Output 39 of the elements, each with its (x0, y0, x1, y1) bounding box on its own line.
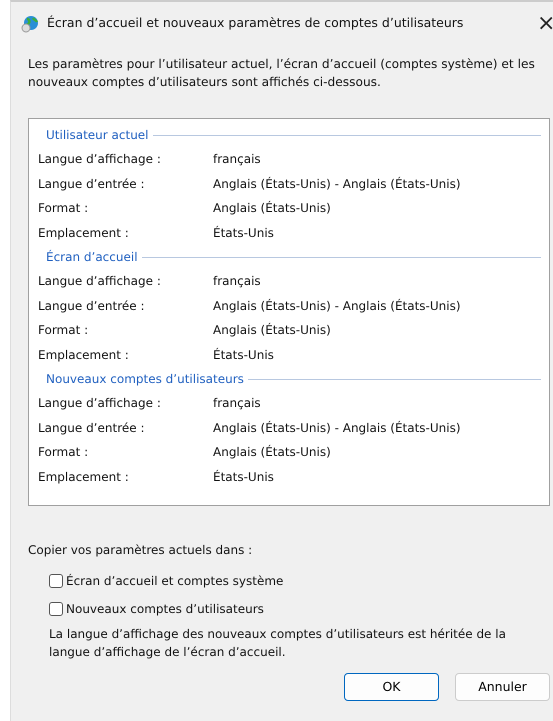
setting-value: États-Unis (213, 346, 274, 364)
checkbox-label: Nouveaux comptes d’utilisateurs (66, 601, 264, 618)
setting-label: Format : (38, 322, 90, 340)
globe-icon (21, 14, 39, 32)
checkbox[interactable] (49, 602, 63, 616)
checkbox[interactable] (49, 574, 63, 588)
section-heading: Utilisateur actuel (46, 127, 149, 144)
setting-value: Anglais (États-Unis) (213, 200, 331, 218)
intro-text: Les paramètres pour l’utilisateur actuel, l’écran d’accueil (comptes système) et les nouveaux comptes d’utilisateurs sont affichés ci-dessous. (27, 56, 536, 91)
setting-label: Format : (38, 200, 90, 218)
close-button[interactable]: × (537, 12, 551, 34)
setting-label: Emplacement : (38, 346, 130, 364)
copy-label: Copier vos paramètres actuels dans : (27, 542, 254, 559)
setting-label: Emplacement : (38, 468, 130, 486)
cancel-button[interactable]: Annuler (455, 673, 550, 701)
setting-label: Langue d’affichage : (38, 273, 162, 290)
setting-label: Langue d’entrée : (38, 420, 146, 437)
setting-value: États-Unis (213, 224, 274, 242)
setting-value: français (213, 151, 261, 168)
setting-label: Langue d’entrée : (38, 176, 146, 193)
section-heading: Écran d’accueil (46, 248, 138, 266)
setting-value: français (213, 395, 261, 412)
setting-value: français (213, 273, 261, 290)
setting-label: Langue d’affichage : (38, 395, 162, 412)
setting-label: Emplacement : (38, 224, 130, 242)
setting-value: Anglais (États-Unis) (213, 444, 331, 462)
setting-value: Anglais (États-Unis) - Anglais (États-Unis) (213, 176, 461, 193)
setting-value: États-Unis (213, 468, 274, 486)
checkbox-label: Écran d’accueil et comptes système (66, 572, 284, 590)
setting-value: Anglais (États-Unis) - Anglais (États-Unis) (213, 298, 461, 315)
setting-value: Anglais (États-Unis) - Anglais (États-Unis) (213, 420, 461, 437)
setting-label: Format : (38, 444, 90, 462)
setting-label: Langue d’entrée : (38, 298, 146, 315)
note-text: La langue d’affichage des nouveaux comptes d’utilisateurs est héritée de la langue d’affichage de l’écran d’accueil. (48, 626, 507, 661)
setting-value: Anglais (États-Unis) (213, 322, 331, 340)
section-heading: Nouveaux comptes d’utilisateurs (46, 371, 244, 388)
window-title: Écran d’accueil et nouveaux paramètres de comptes d’utilisateurs (47, 14, 464, 32)
ok-button[interactable]: OK (344, 673, 439, 701)
setting-label: Langue d’affichage : (38, 151, 162, 168)
